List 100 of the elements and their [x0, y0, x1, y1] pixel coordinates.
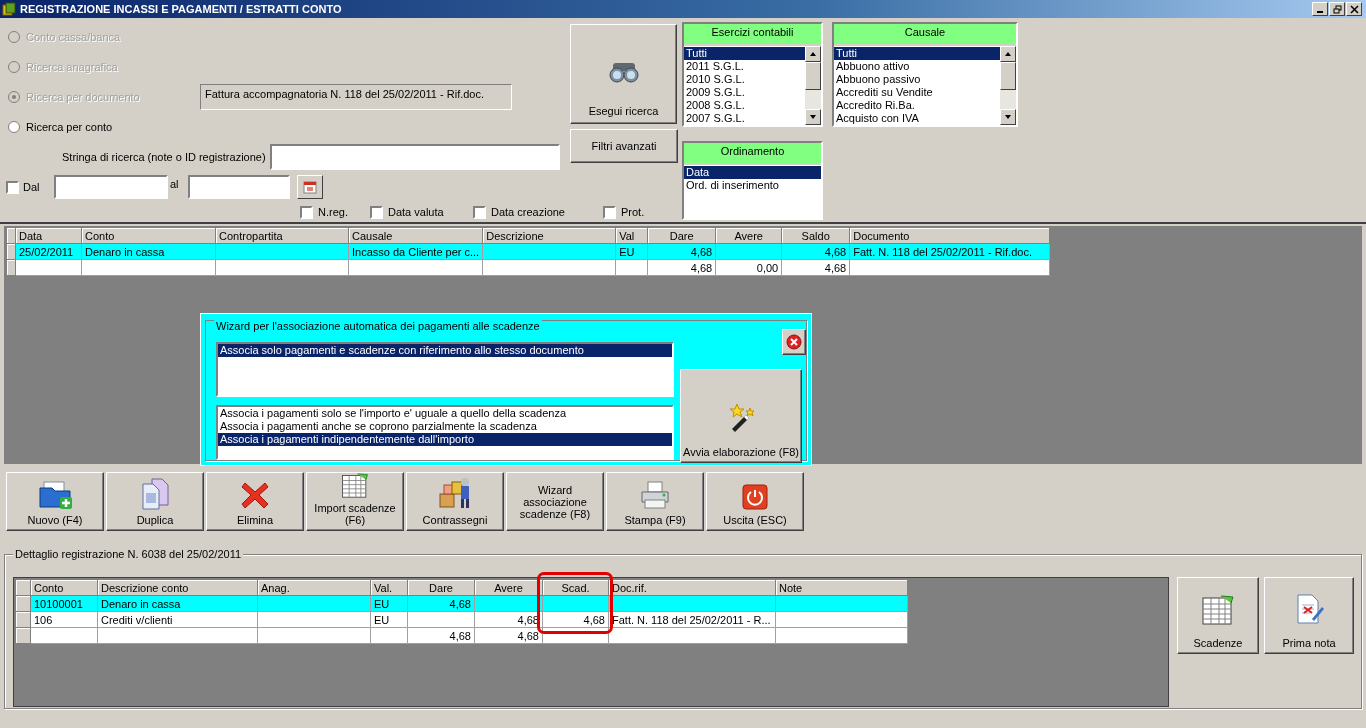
list-item[interactable]: Associa i pagamenti indipendentemente dall'importo	[218, 433, 672, 446]
filters-button[interactable]: Filtri avanzati	[570, 129, 678, 163]
restore-icon	[1332, 4, 1342, 14]
column-header[interactable]: Dare	[407, 579, 475, 596]
restore-button[interactable]	[1329, 2, 1345, 16]
power-icon	[742, 484, 768, 510]
calendar-icon	[303, 180, 317, 194]
list-item[interactable]: Associa i pagamenti solo se l'importo e' uguale a quello della scadenza	[218, 407, 672, 420]
column-header[interactable]: Avere	[474, 579, 543, 596]
toolbar-button[interactable]: Nuovo (F4)	[6, 472, 104, 531]
field-label: al	[170, 178, 180, 190]
list-item[interactable]: 2011 S.G.L.	[684, 60, 805, 73]
list-item[interactable]: Acquisto con IVA	[834, 112, 1000, 125]
checkbox[interactable]	[370, 205, 383, 219]
toolbar-button[interactable]: Import scadenze (F6)	[306, 472, 404, 531]
list-header: Ordinamento	[684, 143, 821, 165]
list-item[interactable]: Accredito Ri.Ba.	[834, 99, 1000, 112]
column-header[interactable]: Scad.	[542, 579, 609, 596]
date-field[interactable]	[54, 175, 168, 199]
column-header[interactable]: Conto	[30, 579, 98, 596]
checkbox[interactable]	[473, 205, 486, 219]
column-header[interactable]: Descrizione conto	[97, 579, 258, 596]
radio-label: Ricerca per conto	[26, 121, 114, 133]
minimize-button[interactable]	[1312, 2, 1328, 16]
cross-icon	[240, 480, 270, 510]
field-label: Stringa di ricerca (note o ID registrazione)	[62, 151, 266, 163]
search-button[interactable]: Esegui ricerca	[570, 24, 677, 124]
down-arrow-icon	[1004, 114, 1012, 120]
list-item[interactable]: 2008 S.G.L.	[684, 99, 805, 112]
list-item[interactable]: Ord. di inserimento	[684, 179, 821, 192]
radio-button[interactable]	[8, 121, 20, 133]
toolbar-button[interactable]: Duplica	[106, 472, 204, 531]
close-button[interactable]	[1346, 2, 1362, 16]
date-field[interactable]	[188, 175, 290, 199]
checkbox-label: N.reg.	[318, 206, 348, 218]
toolbar-button[interactable]: Stampa (F9)	[606, 472, 704, 531]
column-header[interactable]: Avere	[715, 227, 782, 244]
table-cell: 0,00	[715, 259, 782, 276]
column-header[interactable]: Doc.rif.	[608, 579, 776, 596]
scrollbar[interactable]	[805, 46, 821, 125]
scrollbar[interactable]	[1000, 46, 1016, 125]
checkbox[interactable]	[603, 205, 616, 219]
panel-title: Wizard per l'associazione automatica dei pagamenti alle scadenze	[214, 320, 542, 332]
column-header[interactable]: Documento	[849, 227, 1050, 244]
table-cell: 4,68	[781, 259, 850, 276]
close-icon	[786, 334, 802, 350]
toolbar-button[interactable]: Elimina	[206, 472, 304, 531]
checkbox-label: Prot.	[621, 206, 645, 218]
printer-icon	[639, 480, 671, 510]
app-icon	[2, 2, 16, 16]
column-header[interactable]: Val.	[370, 579, 408, 596]
column-header[interactable]: Contropartita	[215, 227, 349, 244]
list-item[interactable]: Accrediti su Vendite	[834, 86, 1000, 99]
list-item[interactable]: Tutti	[684, 47, 805, 60]
action-button[interactable]: Scadenze	[1177, 577, 1259, 654]
list-item[interactable]: 2010 S.G.L.	[684, 73, 805, 86]
table-cell: 4,68	[647, 259, 716, 276]
list-item[interactable]: Abbuono passivo	[834, 73, 1000, 86]
search-field[interactable]	[269, 144, 560, 170]
toolbar-button[interactable]: Wizard associazione scadenze (F8)	[506, 472, 604, 531]
toolbar-button[interactable]: Uscita (ESC)	[706, 472, 804, 531]
minimize-icon	[1317, 10, 1323, 13]
list-item[interactable]: Associa solo pagamenti e scadenze con riferimento allo stesso documento	[218, 344, 672, 357]
column-header[interactable]: Val	[615, 227, 648, 244]
toolbar-button[interactable]: Contrassegni	[406, 472, 504, 531]
column-header[interactable]: Data	[15, 227, 82, 244]
table-cell: 4,68	[407, 627, 475, 644]
close-icon	[1349, 4, 1359, 14]
action-button[interactable]: Prima nota	[1264, 577, 1354, 654]
column-header[interactable]: Anag.	[257, 579, 371, 596]
list-item[interactable]: 2007 S.G.L.	[684, 112, 805, 125]
column-header[interactable]: Causale	[348, 227, 483, 244]
column-header[interactable]: Saldo	[781, 227, 850, 244]
column-header[interactable]: Note	[775, 579, 908, 596]
document-pen-icon	[1294, 593, 1324, 625]
checkbox[interactable]	[300, 205, 313, 219]
documents-icon	[140, 478, 170, 510]
list-item[interactable]: Associa i pagamenti anche se coprono parzialmente la scadenza	[218, 420, 672, 433]
checkbox-label: Data creazione	[491, 206, 565, 218]
list-item[interactable]: Tutti	[834, 47, 1000, 60]
folder-plus-icon	[38, 480, 72, 510]
list-header: Causale	[834, 24, 1016, 46]
checkbox-label: Data valuta	[388, 206, 444, 218]
list-item[interactable]: Data	[684, 166, 821, 179]
column-header[interactable]: Descrizione	[482, 227, 616, 244]
column-header[interactable]: Conto	[81, 227, 216, 244]
run-button[interactable]: Avvia elaborazione (F8)	[680, 369, 802, 463]
spreadsheet-icon	[1201, 595, 1235, 625]
window-title: REGISTRAZIONE INCASSI E PAGAMENTI / ESTRATTI CONTO	[20, 3, 343, 15]
column-header[interactable]: Dare	[647, 227, 716, 244]
close-button[interactable]	[782, 329, 806, 355]
row-header[interactable]	[6, 259, 16, 276]
table-cell: EU	[370, 611, 408, 628]
row-header[interactable]	[6, 243, 16, 260]
checkbox[interactable]	[6, 180, 19, 194]
list-item[interactable]: Abbuono attivo	[834, 60, 1000, 73]
boxes-and-worker-icon	[438, 476, 472, 510]
calendar-button[interactable]	[297, 175, 323, 199]
list-item[interactable]: 2009 S.G.L.	[684, 86, 805, 99]
table-cell: Crediti v/clienti	[97, 611, 258, 628]
